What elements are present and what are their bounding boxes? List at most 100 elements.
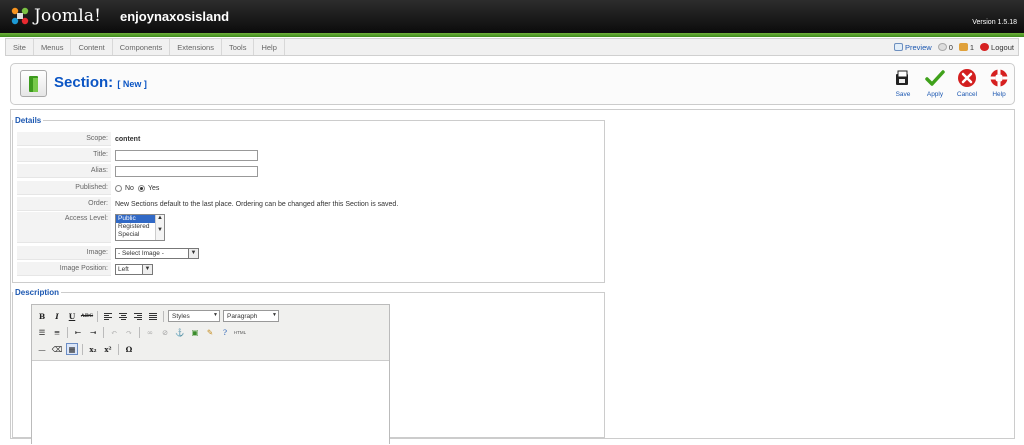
menu-help[interactable]: Help [254, 39, 285, 55]
bold-icon[interactable]: B [36, 310, 48, 322]
page-subtitle: [ New ] [117, 79, 147, 89]
image-position-row: Image Position: Left ▼ [17, 262, 153, 276]
alias-label: Alias: [17, 164, 111, 178]
logo-text: Joomla! [34, 6, 102, 26]
editor-content-area[interactable] [32, 361, 389, 445]
menu-site[interactable]: Site [6, 39, 34, 55]
align-center-icon[interactable] [117, 310, 129, 322]
listbox-scrollbar[interactable]: ▲ ▼ [155, 215, 164, 240]
italic-icon[interactable]: I [51, 310, 63, 322]
format-dropdown-label: Paragraph [227, 312, 258, 320]
anchor-icon[interactable]: ⚓ [174, 326, 186, 338]
menu-tools[interactable]: Tools [222, 39, 255, 55]
messages-status[interactable]: 0 [937, 42, 953, 52]
editor-toolbar-row-1: B I U ABC Styles ▼ Paragraph ▼ [36, 309, 279, 323]
link-icon[interactable]: ∞ [144, 326, 156, 338]
access-row: Access Level: Public Registered Special … [17, 212, 165, 243]
styles-dropdown-label: Styles [172, 312, 190, 320]
page-title-text: Section: [54, 74, 114, 91]
superscript-icon[interactable]: x² [102, 343, 114, 355]
site-name: enjoynaxosisland [120, 9, 230, 24]
checkmark-icon [925, 68, 945, 88]
preview-link[interactable]: Preview [894, 43, 932, 52]
access-label: Access Level: [17, 212, 111, 243]
scope-value: content [115, 135, 141, 143]
messages-icon [937, 43, 947, 51]
align-left-icon[interactable] [102, 310, 114, 322]
underline-icon[interactable]: U [66, 310, 78, 322]
visual-aid-icon[interactable]: ▦ [66, 343, 78, 355]
image-position-label: Image Position: [17, 262, 111, 276]
logout-link[interactable]: Logout [980, 43, 1014, 52]
joomla-logo: Joomla! [10, 6, 101, 26]
unlink-icon[interactable]: ⊘ [159, 326, 171, 338]
special-character-icon[interactable]: Ω [123, 343, 135, 355]
chevron-down-icon: ▼ [188, 248, 198, 258]
styles-dropdown[interactable]: Styles ▼ [168, 310, 220, 322]
published-yes-label: Yes [147, 184, 160, 192]
align-justify-icon[interactable] [147, 310, 159, 322]
undo-icon[interactable]: ↶ [108, 326, 120, 338]
chevron-down-icon: ▼ [213, 312, 218, 318]
help-label: Help [992, 91, 1006, 98]
published-row: Published: No Yes [17, 181, 159, 195]
outdent-icon[interactable]: ⇤ [72, 326, 84, 338]
editor-toolbar: B I U ABC Styles ▼ Paragraph ▼ ☰ ≡ ⇤ ⇥ ↶… [32, 305, 389, 361]
subscript-icon[interactable]: x₂ [87, 343, 99, 355]
cleanup-icon[interactable]: ✎ [204, 326, 216, 338]
cancel-label: Cancel [956, 91, 978, 98]
logout-label: Logout [991, 42, 1014, 52]
published-label: Published: [17, 181, 111, 195]
cancel-button[interactable]: Cancel [952, 68, 982, 102]
access-level-listbox[interactable]: Public Registered Special ▲ ▼ [115, 214, 165, 241]
save-button[interactable]: Save [888, 68, 918, 102]
title-input[interactable] [115, 149, 258, 161]
cancel-icon [957, 68, 977, 88]
html-source-button[interactable]: HTML [234, 326, 246, 338]
image-position-select[interactable]: Left ▼ [115, 263, 153, 275]
alias-input[interactable] [115, 165, 258, 177]
strikethrough-icon[interactable]: ABC [81, 310, 93, 322]
format-dropdown[interactable]: Paragraph ▼ [223, 310, 279, 322]
menu-extensions[interactable]: Extensions [170, 39, 222, 55]
preview-label: Preview [905, 42, 932, 52]
menu-content[interactable]: Content [71, 39, 113, 55]
title-row: Title: [17, 148, 258, 162]
published-no-radio[interactable] [115, 184, 122, 192]
messages-count: 0 [948, 42, 953, 52]
logout-icon [980, 43, 990, 51]
indent-icon[interactable]: ⇥ [87, 326, 99, 338]
bullet-list-icon[interactable]: ☰ [36, 326, 48, 338]
help-icon[interactable]: ? [219, 326, 231, 338]
help-button[interactable]: Help [984, 68, 1014, 102]
image-icon[interactable]: ▣ [189, 326, 201, 338]
scope-row: Scope: content [17, 132, 140, 146]
rich-text-editor: B I U ABC Styles ▼ Paragraph ▼ ☰ ≡ ⇤ ⇥ ↶… [31, 304, 390, 445]
image-label: Image: [17, 246, 111, 260]
scope-label: Scope: [17, 132, 111, 146]
image-row: Image: - Select Image - ▼ [17, 246, 199, 260]
editor-toolbar-row-3: — ⌫ ▦ x₂ x² Ω [36, 342, 135, 356]
chevron-down-icon: ▼ [272, 312, 277, 318]
image-select[interactable]: - Select Image - ▼ [115, 247, 199, 259]
toolbar-box: Section: [ New ] Save Apply Cancel Help [10, 63, 1015, 105]
page-title: Section: [ New ] [54, 74, 147, 91]
title-label: Title: [17, 148, 111, 162]
version-label: Version 1.5.18 [972, 19, 1017, 26]
alias-row: Alias: [17, 164, 258, 178]
published-yes-radio[interactable] [137, 184, 145, 192]
menu-components[interactable]: Components [113, 39, 171, 55]
remove-format-icon[interactable]: ⌫ [51, 343, 63, 355]
apply-button[interactable]: Apply [920, 68, 950, 102]
users-status[interactable]: 1 [958, 42, 975, 52]
redo-icon[interactable]: ↷ [123, 326, 135, 338]
horizontal-rule-icon[interactable]: — [36, 343, 48, 355]
numbered-list-icon[interactable]: ≡ [51, 326, 63, 338]
menu-menus[interactable]: Menus [34, 39, 72, 55]
image-select-value: - Select Image - [118, 249, 164, 257]
image-position-value: Left [118, 265, 129, 273]
order-label: Order: [17, 197, 111, 211]
status-area: Preview 0 1 Logout [894, 39, 1014, 55]
users-count: 1 [969, 42, 975, 52]
align-right-icon[interactable] [132, 310, 144, 322]
